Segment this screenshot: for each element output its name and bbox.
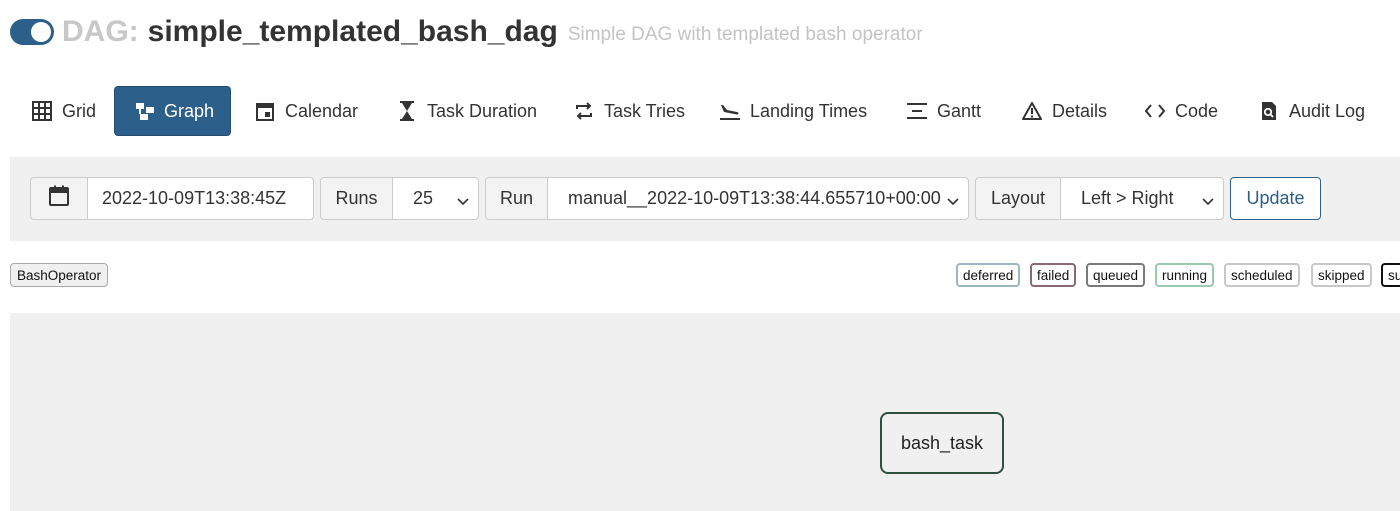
- layout-select-value: Left > Right: [1081, 188, 1174, 208]
- state-legend-running[interactable]: running: [1155, 263, 1215, 287]
- tab-details[interactable]: Details: [1021, 86, 1107, 136]
- runs-label: Runs: [320, 177, 393, 220]
- tab-label: Task Tries: [604, 100, 686, 121]
- dag-description: Simple DAG with templated bash operator: [567, 24, 923, 45]
- run-label-text: Run: [499, 188, 534, 208]
- gantt-icon: [906, 100, 928, 122]
- tab-label: Audit Log: [1289, 100, 1366, 121]
- state-legend-success[interactable]: su: [1381, 263, 1400, 287]
- tab-label: Task Duration: [427, 100, 538, 121]
- execution-date-value: 2022-10-09T13:38:45Z: [102, 188, 287, 208]
- state-legend-scheduled[interactable]: scheduled: [1224, 263, 1300, 287]
- hourglass-icon: [396, 100, 418, 122]
- run-select[interactable]: manual__2022-10-09T13:38:44.655710+00:00: [547, 177, 969, 220]
- document-search-icon: [1258, 100, 1280, 122]
- page-title: simple_templated_bash_dag: [147, 15, 558, 48]
- state-legend-deferred[interactable]: deferred: [956, 263, 1021, 287]
- dag-pause-toggle[interactable]: [10, 19, 54, 45]
- tab-label: Graph: [164, 100, 215, 121]
- page-header: DAG: simple_templated_bash_dag Simple DA…: [10, 12, 923, 52]
- chevron-down-icon: [1201, 192, 1215, 213]
- calendar-icon: [254, 100, 276, 122]
- update-button[interactable]: Update: [1230, 177, 1321, 220]
- execution-date-input[interactable]: 2022-10-09T13:38:45Z: [87, 177, 314, 220]
- tab-landing-times[interactable]: Landing Times: [719, 86, 867, 136]
- view-tabs: Grid Graph Calendar Task Duration Task T…: [0, 86, 1400, 136]
- chevron-down-icon: [456, 192, 470, 213]
- tab-grid[interactable]: Grid: [31, 86, 96, 136]
- tab-calendar[interactable]: Calendar: [254, 86, 358, 136]
- graph-icon: [135, 100, 155, 122]
- runs-select[interactable]: 25: [392, 177, 479, 220]
- warning-triangle-icon: [1021, 100, 1043, 122]
- state-legend-skipped[interactable]: skipped: [1311, 263, 1372, 287]
- tab-graph[interactable]: Graph: [114, 86, 231, 136]
- tab-audit-log[interactable]: Audit Log: [1258, 86, 1365, 136]
- operator-legend-bashoperator[interactable]: BashOperator: [10, 263, 109, 287]
- repeat-icon: [573, 100, 595, 122]
- grid-icon: [31, 100, 53, 122]
- tab-label: Grid: [62, 100, 97, 121]
- date-picker-button[interactable]: [30, 177, 88, 220]
- tab-label: Landing Times: [750, 100, 868, 121]
- chevron-down-icon: [946, 192, 960, 213]
- tab-label: Details: [1052, 100, 1108, 121]
- tab-label: Code: [1175, 100, 1219, 121]
- graph-canvas[interactable]: bash_task: [10, 313, 1400, 511]
- state-legend-failed[interactable]: failed: [1030, 263, 1077, 287]
- plane-landing-icon: [719, 100, 741, 122]
- calendar-icon: [48, 185, 70, 212]
- state-legend-queued[interactable]: queued: [1086, 263, 1146, 287]
- tab-gantt[interactable]: Gantt: [906, 86, 981, 136]
- tab-task-duration[interactable]: Task Duration: [396, 86, 537, 136]
- layout-label: Layout: [975, 177, 1061, 220]
- runs-select-value: 25: [413, 188, 434, 208]
- task-node-bash-task[interactable]: bash_task: [880, 412, 1004, 474]
- layout-label-text: Layout: [990, 188, 1046, 208]
- tab-code[interactable]: Code: [1144, 86, 1218, 136]
- tab-label: Calendar: [285, 100, 359, 121]
- layout-select[interactable]: Left > Right: [1060, 177, 1224, 220]
- filter-bar: 2022-10-09T13:38:45Z Runs 25 Run manual_…: [10, 157, 1400, 241]
- tab-task-tries[interactable]: Task Tries: [573, 86, 685, 136]
- code-icon: [1144, 100, 1166, 122]
- run-select-value: manual__2022-10-09T13:38:44.655710+00:00: [568, 188, 941, 208]
- toggle-knob: [31, 22, 51, 42]
- tab-label: Gantt: [937, 100, 982, 121]
- runs-label-text: Runs: [335, 188, 378, 208]
- run-label: Run: [485, 177, 548, 220]
- dag-prefix: DAG:: [62, 15, 139, 48]
